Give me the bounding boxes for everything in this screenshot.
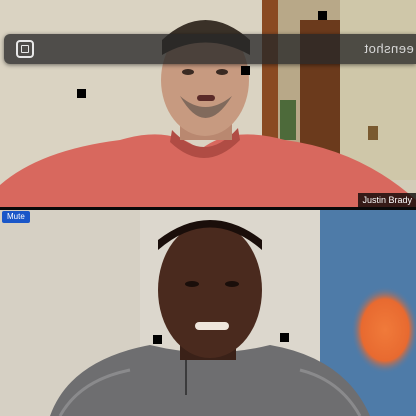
video-tile-top[interactable]: Justin Brady — [0, 0, 416, 207]
fullscreen-icon-inner — [21, 45, 29, 53]
marker-square — [153, 335, 162, 344]
toolbar-label: eenshot — [364, 41, 414, 56]
participant-name-label: Justin Brady — [358, 193, 416, 207]
fullscreen-icon[interactable] — [16, 40, 34, 58]
video-feed-top — [0, 0, 416, 207]
marker-square — [241, 66, 250, 75]
video-feed-bottom — [0, 210, 416, 416]
video-tile-bottom[interactable] — [0, 210, 416, 416]
marker-square — [77, 89, 86, 98]
marker-square — [280, 333, 289, 342]
marker-square — [318, 11, 327, 20]
screenshot-toolbar[interactable]: eenshot — [4, 34, 416, 64]
mute-badge[interactable]: Mute — [2, 211, 30, 223]
